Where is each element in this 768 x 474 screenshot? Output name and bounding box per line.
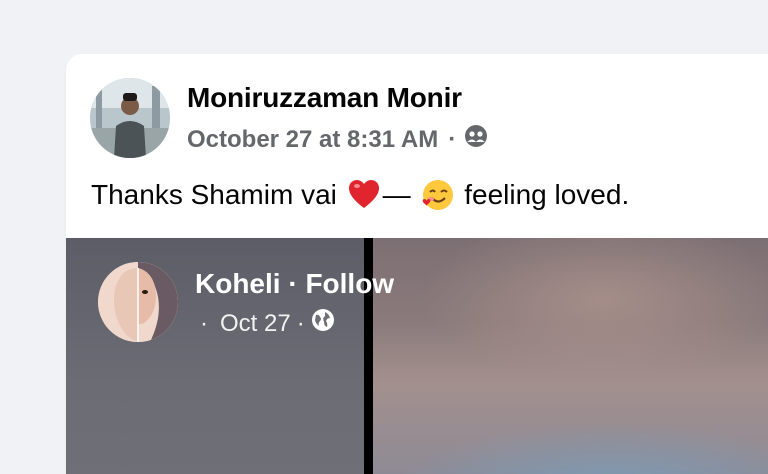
post-author-name[interactable]: Moniruzzaman Monir: [187, 82, 462, 114]
post-text-dash: —: [382, 179, 411, 210]
post-card: Moniruzzaman Monir October 27 at 8:31 AM…: [66, 54, 768, 474]
post-text-end: feeling loved.: [464, 179, 630, 210]
post-text-start: Thanks Shamim vai: [91, 179, 337, 210]
globe-icon[interactable]: [311, 308, 335, 339]
author-photo: [90, 78, 170, 158]
post-text: Thanks Shamim vai — feeling loved.: [91, 178, 629, 212]
story-author-avatar[interactable]: [98, 262, 178, 342]
red-heart-emoji: [347, 178, 381, 212]
story-meta: · Oct 27 ·: [200, 308, 335, 339]
blurred-photo: [373, 238, 768, 474]
story-meta-separator: ·: [296, 309, 305, 337]
story-author-photo: [98, 262, 178, 342]
story-date[interactable]: Oct 27: [220, 310, 291, 338]
post-meta: October 27 at 8:31 AM ·: [187, 124, 488, 155]
shared-media[interactable]: Koheli · Follow · Oct 27 ·: [66, 238, 768, 474]
story-author-follow[interactable]: Koheli · Follow: [195, 268, 394, 300]
story-lead-separator: ·: [200, 309, 208, 337]
smiling-face-with-hearts-emoji: [420, 178, 454, 212]
post-timestamp[interactable]: October 27 at 8:31 AM: [187, 126, 438, 154]
friends-audience-icon[interactable]: [464, 124, 488, 155]
author-avatar[interactable]: [90, 78, 170, 158]
meta-separator: ·: [448, 125, 457, 153]
